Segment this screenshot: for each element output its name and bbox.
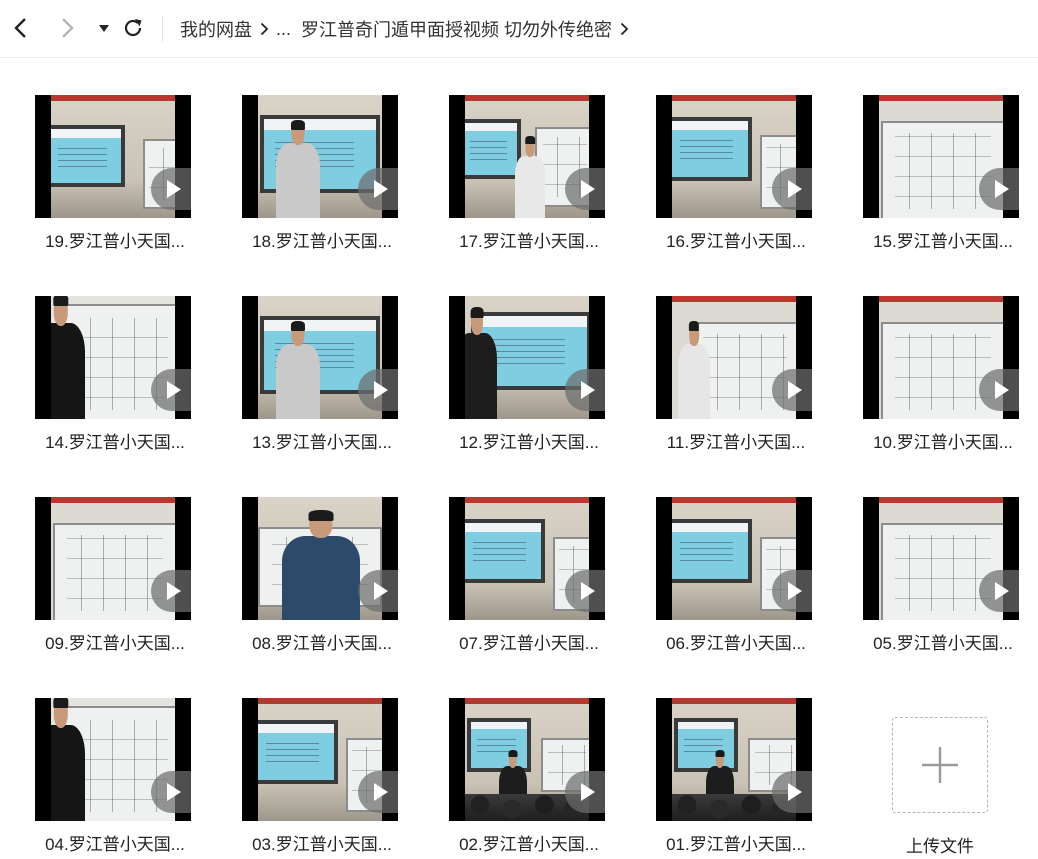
play-icon[interactable] xyxy=(979,570,1019,612)
video-file-name[interactable]: 12.罗江普小天国... xyxy=(449,428,609,453)
play-icon[interactable] xyxy=(151,369,191,411)
video-thumbnail[interactable] xyxy=(656,497,812,620)
video-file-item[interactable]: 10.罗江普小天国... xyxy=(863,296,1023,456)
video-file-name[interactable]: 11.罗江普小天国... xyxy=(656,428,816,453)
video-file-item[interactable]: 07.罗江普小天国... xyxy=(449,497,609,657)
video-file-name[interactable]: 14.罗江普小天国... xyxy=(35,428,195,453)
toolbar: 我的网盘 ... 罗江普奇门遁甲面授视频 切勿外传绝密 xyxy=(0,0,1038,58)
video-file-name[interactable]: 16.罗江普小天国... xyxy=(656,227,816,252)
video-thumbnail[interactable] xyxy=(863,296,1019,419)
video-thumbnail[interactable] xyxy=(242,698,398,821)
video-thumbnail[interactable] xyxy=(449,698,605,821)
chevron-right-icon xyxy=(252,22,276,36)
video-file-name[interactable]: 19.罗江普小天国... xyxy=(35,227,195,252)
breadcrumb-ellipsis[interactable]: ... xyxy=(276,19,291,40)
breadcrumb: 我的网盘 ... 罗江普奇门遁甲面授视频 切勿外传绝密 xyxy=(180,17,636,41)
video-file-name[interactable]: 10.罗江普小天国... xyxy=(863,428,1023,453)
video-file-item[interactable]: 08.罗江普小天国... xyxy=(242,497,402,657)
video-file-name[interactable]: 05.罗江普小天国... xyxy=(863,629,1023,654)
video-thumbnail[interactable] xyxy=(35,95,191,218)
video-thumbnail[interactable] xyxy=(656,296,812,419)
video-file-name[interactable]: 02.罗江普小天国... xyxy=(449,830,609,855)
video-thumbnail[interactable] xyxy=(863,497,1019,620)
video-thumbnail[interactable] xyxy=(242,296,398,419)
video-file-name[interactable]: 09.罗江普小天国... xyxy=(35,629,195,654)
play-icon[interactable] xyxy=(151,771,191,813)
video-file-item[interactable]: 14.罗江普小天国... xyxy=(35,296,195,456)
play-icon[interactable] xyxy=(979,369,1019,411)
video-file-item[interactable]: 11.罗江普小天国... xyxy=(656,296,816,456)
play-icon[interactable] xyxy=(772,771,812,813)
video-thumbnail[interactable] xyxy=(656,698,812,821)
video-file-name[interactable]: 07.罗江普小天国... xyxy=(449,629,609,654)
video-thumbnail[interactable] xyxy=(863,95,1019,218)
video-file-item[interactable]: 15.罗江普小天国... xyxy=(863,95,1023,255)
video-file-name[interactable]: 01.罗江普小天国... xyxy=(656,830,816,855)
play-icon[interactable] xyxy=(979,168,1019,210)
video-file-item[interactable]: 03.罗江普小天国... xyxy=(242,698,402,858)
video-thumbnail[interactable] xyxy=(35,497,191,620)
play-icon[interactable] xyxy=(358,570,398,612)
video-thumbnail[interactable] xyxy=(656,95,812,218)
toolbar-divider xyxy=(162,16,163,42)
play-icon[interactable] xyxy=(565,168,605,210)
video-thumbnail[interactable] xyxy=(449,95,605,218)
video-file-item[interactable]: 19.罗江普小天国... xyxy=(35,95,195,255)
upload-file-button[interactable] xyxy=(892,717,988,813)
video-file-item[interactable]: 13.罗江普小天国... xyxy=(242,296,402,456)
forward-icon[interactable] xyxy=(54,14,82,42)
play-icon[interactable] xyxy=(565,369,605,411)
video-file-item[interactable]: 06.罗江普小天国... xyxy=(656,497,816,657)
chevron-right-icon xyxy=(612,22,636,36)
video-thumbnail[interactable] xyxy=(35,698,191,821)
video-file-name[interactable]: 04.罗江普小天国... xyxy=(35,830,195,855)
history-dropdown-icon[interactable] xyxy=(90,14,118,42)
video-file-name[interactable]: 18.罗江普小天国... xyxy=(242,227,402,252)
play-icon[interactable] xyxy=(772,570,812,612)
video-file-name[interactable]: 06.罗江普小天国... xyxy=(656,629,816,654)
video-file-item[interactable]: 12.罗江普小天国... xyxy=(449,296,609,456)
play-icon[interactable] xyxy=(772,168,812,210)
play-icon[interactable] xyxy=(151,570,191,612)
plus-icon xyxy=(922,747,958,783)
play-icon[interactable] xyxy=(358,168,398,210)
play-icon[interactable] xyxy=(358,369,398,411)
play-icon[interactable] xyxy=(151,168,191,210)
video-file-item[interactable]: 17.罗江普小天国... xyxy=(449,95,609,255)
breadcrumb-current-folder[interactable]: 罗江普奇门遁甲面授视频 切勿外传绝密 xyxy=(301,16,612,42)
video-file-name[interactable]: 17.罗江普小天国... xyxy=(449,227,609,252)
video-file-item[interactable]: 09.罗江普小天国... xyxy=(35,497,195,657)
refresh-icon[interactable] xyxy=(119,14,147,42)
video-thumbnail[interactable] xyxy=(449,296,605,419)
video-file-item[interactable]: 02.罗江普小天国... xyxy=(449,698,609,858)
video-file-name[interactable]: 03.罗江普小天国... xyxy=(242,830,402,855)
play-icon[interactable] xyxy=(565,570,605,612)
back-icon[interactable] xyxy=(6,14,34,42)
breadcrumb-root[interactable]: 我的网盘 xyxy=(180,16,252,42)
video-thumbnail[interactable] xyxy=(35,296,191,419)
video-file-item[interactable]: 16.罗江普小天国... xyxy=(656,95,816,255)
video-file-item[interactable]: 04.罗江普小天国... xyxy=(35,698,195,858)
video-file-name[interactable]: 13.罗江普小天国... xyxy=(242,428,402,453)
video-file-item[interactable]: 05.罗江普小天国... xyxy=(863,497,1023,657)
video-file-item[interactable]: 01.罗江普小天国... xyxy=(656,698,816,858)
play-icon[interactable] xyxy=(565,771,605,813)
video-thumbnail[interactable] xyxy=(242,497,398,620)
play-icon[interactable] xyxy=(772,369,812,411)
video-file-item[interactable]: 18.罗江普小天国... xyxy=(242,95,402,255)
upload-file-label: 上传文件 xyxy=(906,837,974,856)
video-thumbnail[interactable] xyxy=(242,95,398,218)
play-icon[interactable] xyxy=(358,771,398,813)
video-thumbnail[interactable] xyxy=(449,497,605,620)
video-file-name[interactable]: 08.罗江普小天国... xyxy=(242,629,402,654)
video-file-name[interactable]: 15.罗江普小天国... xyxy=(863,227,1023,252)
